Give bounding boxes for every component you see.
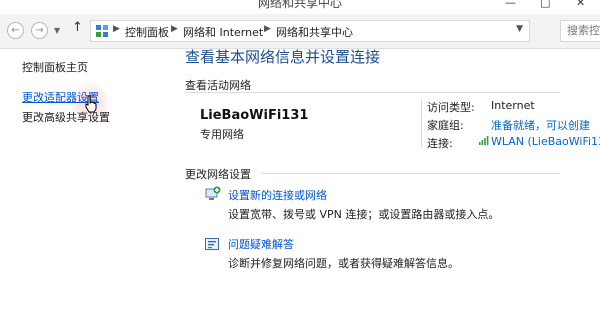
back-button[interactable]: ←: [7, 22, 24, 39]
arrow-right-icon: →: [35, 25, 44, 36]
troubleshoot-description: 诊断并修复网络问题，或者获得疑难解答信息。: [228, 257, 459, 270]
search-input[interactable]: 搜索控制面板: [560, 20, 600, 42]
recent-pages-button[interactable]: ▼: [54, 26, 60, 35]
connection-link[interactable]: WLAN (LieBaoWiFi131): [491, 135, 600, 148]
up-button[interactable]: ↑: [72, 20, 83, 35]
title-bar: 网络和共享中心 — □ ✕: [0, 0, 600, 12]
page-title: 查看基本网络信息并设置连接: [185, 48, 381, 66]
setup-new-connection-link[interactable]: 设置新的连接或网络: [228, 187, 327, 203]
breadcrumb-control-panel[interactable]: 控制面板: [125, 24, 169, 40]
breadcrumb-network-sharing-center[interactable]: 网络和共享中心: [276, 24, 353, 40]
address-dropdown-button[interactable]: ▼: [516, 24, 523, 34]
arrow-left-icon: ←: [11, 25, 20, 36]
minimize-button[interactable]: —: [505, 0, 516, 9]
access-type-label: 访问类型:: [427, 101, 475, 114]
network-category: 专用网络: [200, 128, 244, 141]
network-divider: [421, 99, 422, 147]
hand-cursor-icon: [85, 95, 97, 113]
breadcrumb-separator: ▶: [264, 24, 271, 34]
section-divider: [185, 92, 560, 93]
network-name: LieBaoWiFi131: [200, 108, 309, 123]
chevron-down-icon: ▼: [54, 26, 61, 35]
navigation-bar: ← → ▼ ↑ ▶ 控制面板 ▶ 网络和 Internet ▶ 网络和共享中心 …: [0, 14, 600, 49]
change-settings-label: 更改网络设置: [185, 168, 251, 181]
new-connection-icon: [205, 186, 221, 200]
forward-button[interactable]: →: [31, 22, 48, 39]
sidebar-item-control-panel-home[interactable]: 控制面板主页: [22, 59, 88, 75]
close-button[interactable]: ✕: [576, 0, 585, 9]
breadcrumb-network-internet[interactable]: 网络和 Internet: [183, 24, 263, 40]
arrow-up-icon: ↑: [72, 20, 83, 35]
control-panel-icon: [96, 25, 108, 37]
active-networks-label: 查看活动网络: [185, 79, 251, 92]
breadcrumb-separator: ▶: [113, 24, 120, 34]
homegroup-link[interactable]: 准备就绪，可以创建: [491, 117, 590, 133]
homegroup-label: 家庭组:: [427, 119, 464, 132]
section-divider: [262, 173, 560, 174]
troubleshoot-icon: [205, 238, 219, 250]
troubleshoot-link[interactable]: 问题疑难解答: [228, 236, 294, 252]
setup-new-connection-description: 设置宽带、拨号或 VPN 连接；或设置路由器或接入点。: [228, 208, 500, 221]
wifi-signal-icon: [479, 136, 489, 145]
access-type-value: Internet: [491, 99, 535, 112]
breadcrumb-separator: ▶: [171, 24, 178, 34]
connection-label: 连接:: [427, 137, 453, 150]
chevron-down-icon: ▼: [516, 24, 523, 34]
address-bar[interactable]: ▶ 控制面板 ▶ 网络和 Internet ▶ 网络和共享中心 ▼: [90, 20, 530, 42]
maximize-button[interactable]: □: [540, 0, 550, 9]
